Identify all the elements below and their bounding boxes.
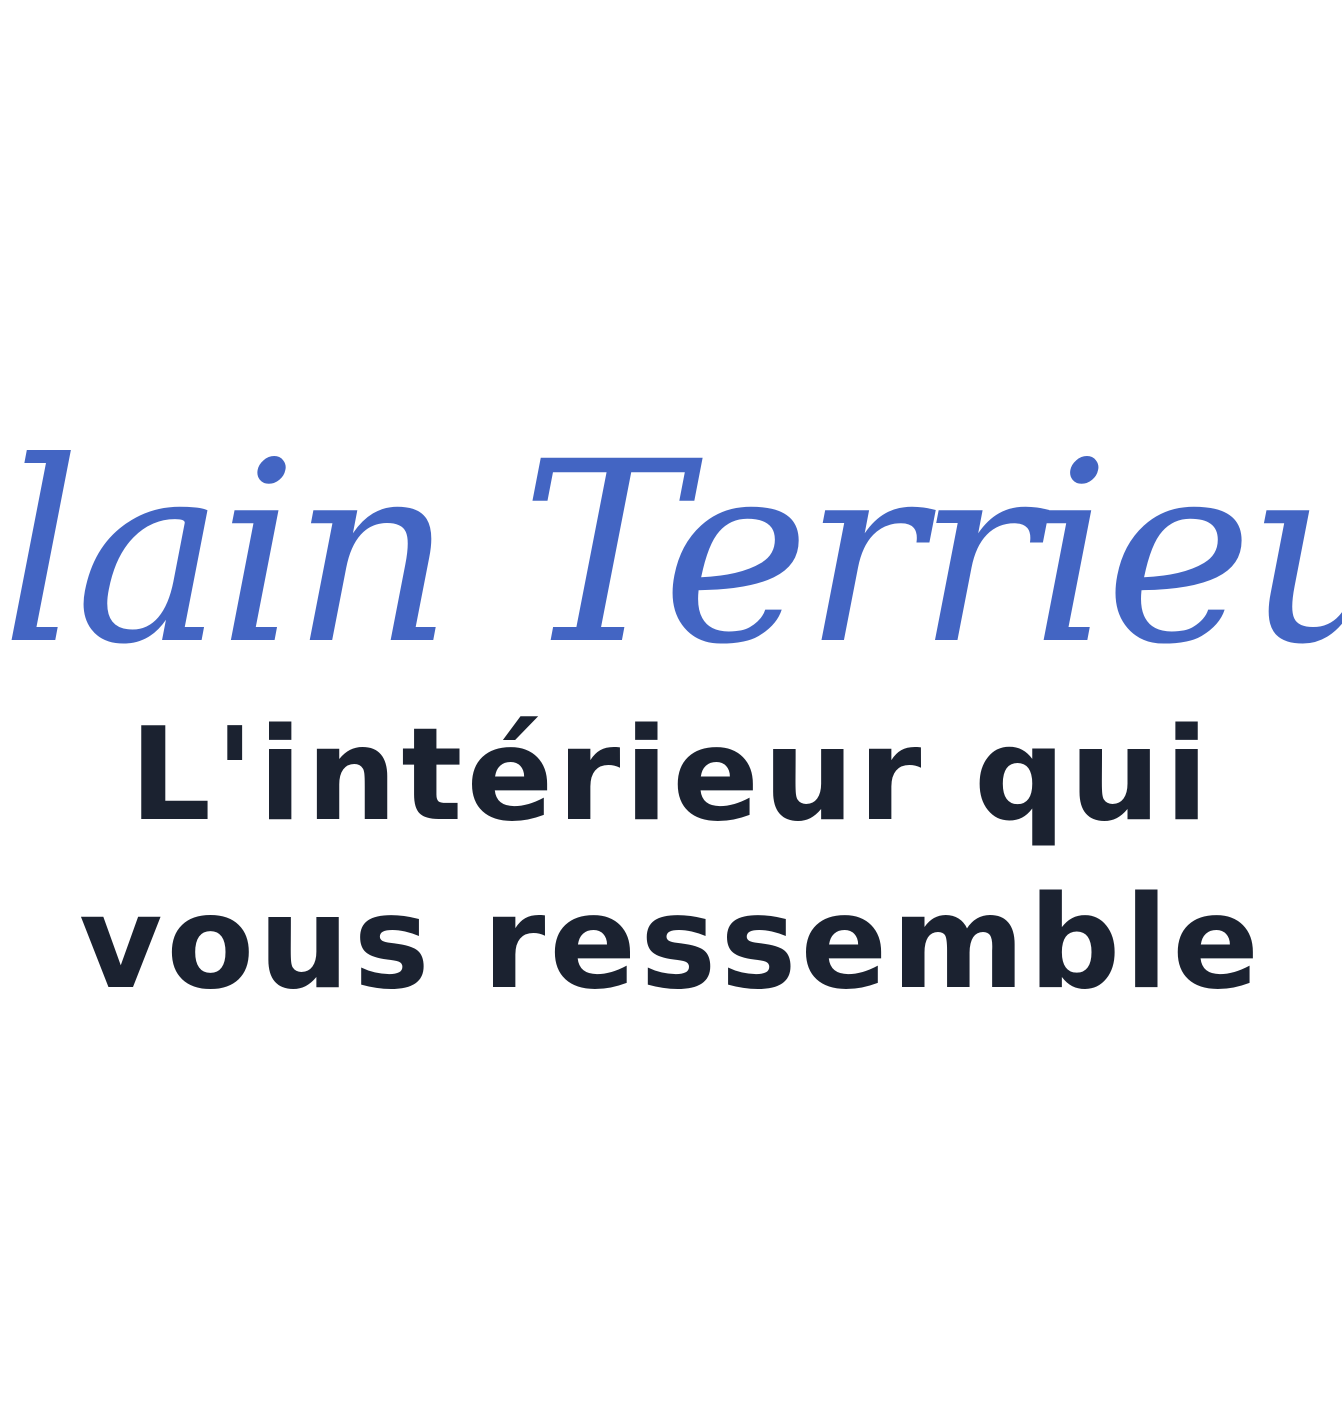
brand-wordmark-svg: Alain Terrieur [0,420,1342,680]
brand-name: Alain Terrieur [0,420,1342,680]
logo: Alain Terrieur L'intérieur qui vous ress… [0,0,1342,1405]
tagline-line-1: L'intérieur qui [129,701,1213,850]
brand-wordmark: Alain Terrieur [0,420,1342,680]
tagline-line-2: vous ressemble [78,869,1264,1018]
